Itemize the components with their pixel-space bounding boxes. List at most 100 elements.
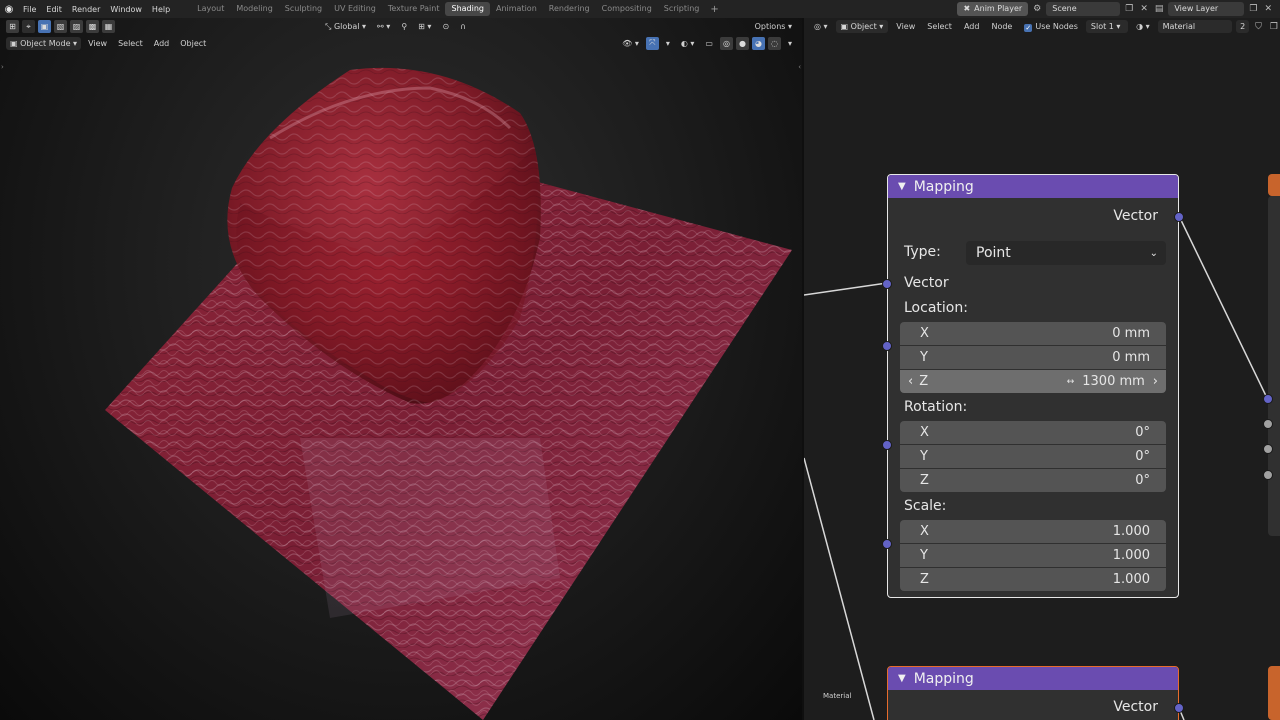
scale-socket[interactable] xyxy=(882,539,892,549)
add-workspace-button[interactable]: + xyxy=(705,4,723,15)
visibility-dropdown[interactable]: 👁 ▾ xyxy=(618,37,643,50)
blender-logo-icon[interactable]: ◉ xyxy=(0,0,18,18)
scale-z-field[interactable]: Z 1.000 xyxy=(900,568,1166,591)
tab-compositing[interactable]: Compositing xyxy=(596,2,658,16)
type-dropdown[interactable]: Point ⌄ xyxy=(966,241,1166,265)
copy-scene-icon[interactable]: ❐ xyxy=(1123,4,1135,14)
tab-animation[interactable]: Animation xyxy=(490,2,543,16)
offscreen-node-socket-2[interactable] xyxy=(1263,444,1273,454)
mapping-node[interactable]: ▼ Mapping Vector Type: Point ⌄ Vector Lo… xyxy=(882,174,1184,598)
right-expand-arrow-icon[interactable]: ‹ xyxy=(798,63,801,71)
increment-arrow-icon[interactable]: › xyxy=(1153,374,1158,389)
left-expand-arrow-icon[interactable]: › xyxy=(1,63,4,71)
delete-scene-icon[interactable]: ✕ xyxy=(1138,4,1150,14)
snap-dropdown[interactable]: ⊞ ▾ xyxy=(414,20,435,33)
rendered-shading-icon[interactable]: ◌ xyxy=(767,36,781,50)
mode-dropdown[interactable]: ▣ Object Mode ▾ xyxy=(6,36,82,50)
output-vector-socket[interactable] xyxy=(1174,212,1184,222)
rotation-socket[interactable] xyxy=(882,440,892,450)
overlay-toggle-icon[interactable]: ◐ ▾ xyxy=(677,37,699,50)
viewport-menu-add[interactable]: Add xyxy=(150,37,174,50)
gizmo-toggle-icon[interactable]: ⤧ xyxy=(645,36,659,50)
location-z-field[interactable]: ‹ Z ↔ 1300 mm › xyxy=(900,370,1166,393)
decrement-arrow-icon[interactable]: ‹ xyxy=(908,374,913,389)
node-editor-type-dropdown[interactable]: ◎ ▾ xyxy=(810,20,832,33)
offscreen-node-body[interactable] xyxy=(1268,196,1280,536)
material-browse-icon[interactable]: ◑ ▾ xyxy=(1132,20,1154,33)
tab-rendering[interactable]: Rendering xyxy=(543,2,596,16)
new-material-icon[interactable]: ❐ xyxy=(1268,22,1280,32)
anim-player-button[interactable]: ✖ Anim Player xyxy=(957,2,1029,16)
tab-layout[interactable]: Layout xyxy=(191,2,230,16)
material-user-count[interactable]: 2 xyxy=(1236,20,1250,33)
scale-x-field[interactable]: X 1.000 xyxy=(900,520,1166,543)
location-socket[interactable] xyxy=(882,341,892,351)
delete-view-layer-icon[interactable]: ✕ xyxy=(1262,4,1274,14)
rotation-x-field[interactable]: X 0° xyxy=(900,421,1166,444)
snap-toggle[interactable]: ⚲ xyxy=(397,20,411,33)
input-vector-socket[interactable] xyxy=(882,279,892,289)
node-menu-add[interactable]: Add xyxy=(960,20,984,33)
select-intersect-icon[interactable]: ▦ xyxy=(102,20,115,33)
tab-shading[interactable]: Shading xyxy=(445,2,490,16)
select-box-icon[interactable]: ▣ xyxy=(38,20,51,33)
location-x-field[interactable]: X 0 mm xyxy=(900,322,1166,345)
menu-file[interactable]: File xyxy=(18,5,41,14)
copy-view-layer-icon[interactable]: ❐ xyxy=(1247,4,1259,14)
offscreen-node-socket-1[interactable] xyxy=(1263,419,1273,429)
offscreen-node-header[interactable] xyxy=(1268,174,1280,196)
falloff-dropdown[interactable]: ∩ xyxy=(456,20,470,33)
menu-edit[interactable]: Edit xyxy=(41,5,67,14)
use-nodes-checkbox[interactable]: ✓ Use Nodes xyxy=(1020,20,1082,33)
offscreen-node-socket-3[interactable] xyxy=(1263,470,1273,480)
rotation-z-field[interactable]: Z 0° xyxy=(900,469,1166,492)
collapse-triangle-icon[interactable]: ▼ xyxy=(898,181,906,192)
tab-scripting[interactable]: Scripting xyxy=(658,2,706,16)
editor-type-icon[interactable]: ⊞ xyxy=(6,20,19,33)
view-layer-field[interactable]: View Layer xyxy=(1168,2,1245,16)
select-invert-icon[interactable]: ▩ xyxy=(86,20,99,33)
node-menu-node[interactable]: Node xyxy=(987,20,1016,33)
material-name-field[interactable]: Material xyxy=(1157,20,1233,33)
options-dropdown[interactable]: Options ▾ xyxy=(751,20,796,33)
wireframe-shading-icon[interactable]: ◎ xyxy=(719,36,733,50)
xray-toggle-icon[interactable]: ▭ xyxy=(701,37,717,50)
mapping-node-2-output-socket[interactable] xyxy=(1174,703,1184,713)
viewport-menu-view[interactable]: View xyxy=(84,37,111,50)
viewport-menu-object[interactable]: Object xyxy=(176,37,210,50)
menu-window[interactable]: Window xyxy=(105,5,147,14)
tab-uv-editing[interactable]: UV Editing xyxy=(328,2,382,16)
select-subtract-icon[interactable]: ▨ xyxy=(70,20,83,33)
scene-field[interactable]: Scene xyxy=(1046,2,1121,16)
menu-render[interactable]: Render xyxy=(67,5,105,14)
tab-sculpting[interactable]: Sculpting xyxy=(279,2,328,16)
slot-dropdown[interactable]: Slot 1 ▾ xyxy=(1085,20,1129,33)
menu-help[interactable]: Help xyxy=(147,5,175,14)
proportional-edit-toggle[interactable]: ⊙ xyxy=(438,20,453,33)
tab-texture-paint[interactable]: Texture Paint xyxy=(382,2,446,16)
object-type-dropdown[interactable]: ▣ Object ▾ xyxy=(835,20,889,33)
fake-user-icon[interactable]: ⛉ xyxy=(1253,22,1264,32)
scene-icon[interactable]: ⚙ xyxy=(1031,4,1043,14)
offscreen-node-2-header[interactable] xyxy=(1268,666,1280,720)
scale-y-field[interactable]: Y 1.000 xyxy=(900,544,1166,567)
shading-dropdown[interactable]: ▾ xyxy=(784,37,796,50)
solid-shading-icon[interactable]: ● xyxy=(735,36,749,50)
gizmo-dropdown[interactable]: ▾ xyxy=(662,37,674,50)
mapping-node-2[interactable]: ▼ Mapping Vector xyxy=(887,666,1184,720)
orientation-dropdown[interactable]: ⤡ Global ▾ xyxy=(321,20,370,33)
cursor-tool-icon[interactable]: ⌖ xyxy=(22,20,35,33)
location-y-field[interactable]: Y 0 mm xyxy=(900,346,1166,369)
mapping-node-2-header[interactable]: ▼ Mapping xyxy=(888,667,1178,690)
node-menu-select[interactable]: Select xyxy=(923,20,956,33)
mapping-node-header[interactable]: ▼ Mapping xyxy=(888,175,1178,198)
tab-modeling[interactable]: Modeling xyxy=(230,2,278,16)
shader-node-editor[interactable]: ◎ ▾ ▣ Object ▾ View Select Add Node ✓ Use… xyxy=(804,18,1280,720)
rotation-y-field[interactable]: Y 0° xyxy=(900,445,1166,468)
view-layer-icon[interactable]: ▤ xyxy=(1153,4,1166,14)
material-preview-shading-icon[interactable]: ◕ xyxy=(751,36,765,50)
viewport-menu-select[interactable]: Select xyxy=(114,37,147,50)
offscreen-node-vector-socket[interactable] xyxy=(1263,394,1273,404)
pivot-dropdown[interactable]: ⚯ ▾ xyxy=(373,20,394,33)
3d-viewport[interactable]: ⊞ ⌖ ▣ ▧ ▨ ▩ ▦ ⤡ Global ▾ ⚯ ▾ ⚲ ⊞ ▾ ⊙ ∩ O… xyxy=(0,18,802,720)
